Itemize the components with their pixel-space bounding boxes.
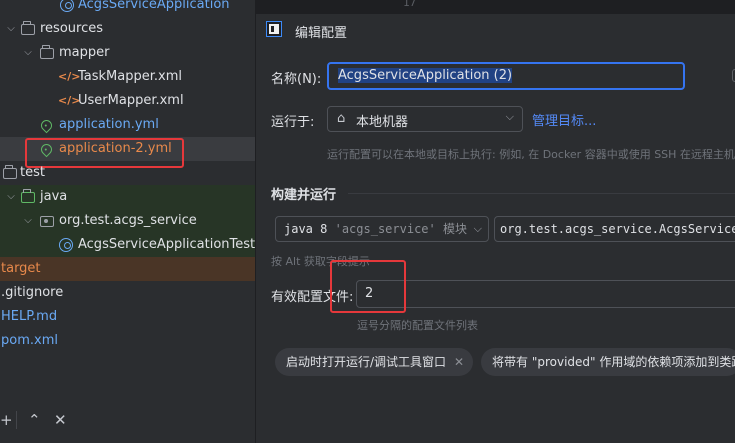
tree-toolbar: + ⌃ ✕ (0, 405, 255, 443)
jdk-module-name: 'acgs_service' (334, 222, 436, 236)
spring-class-icon (60, 0, 74, 12)
folder-icon (40, 45, 54, 59)
main-class-input[interactable]: org.test.acgs_service.AcgsServiceApplica… (494, 216, 735, 242)
chevron-down-icon: ⌵ (505, 110, 514, 123)
active-profiles-hint: 逗号分隔的配置文件列表 (357, 319, 478, 332)
chevron-down-icon[interactable]: ⌵ (5, 17, 17, 41)
spring-leaf-icon (38, 117, 55, 134)
manage-targets-link[interactable]: 管理目标... (532, 110, 596, 129)
jdk-module-select[interactable]: java 8 'acgs_service' 模块 ⌵ (275, 216, 489, 242)
chevron-down-icon[interactable]: ⌵ (5, 185, 17, 209)
run-config-dialog: 17 编辑配置 名称(N): AcgsServiceApplication (2… (255, 0, 735, 443)
chevron-down-icon[interactable]: ⌵ (22, 209, 34, 233)
toolbar-divider (16, 411, 17, 429)
test-folder-icon (21, 189, 35, 203)
close-icon[interactable]: ✕ (454, 355, 464, 369)
jdk-version: java 8 (284, 222, 328, 236)
editor-strip: 17 (256, 0, 735, 14)
name-value: AcgsServiceApplication (2) (338, 68, 513, 83)
folder-icon (3, 165, 17, 179)
annotation-box-yml (25, 138, 184, 168)
run-on-hint: 运行配置可以在本地或目标上执行: 例如, 在 Docker 容器中或使用 SSH… (327, 148, 735, 161)
folder-icon (21, 21, 35, 35)
run-on-select[interactable]: ⌂ 本地机器 ⌵ (327, 106, 523, 132)
name-input[interactable]: AcgsServiceApplication (2) (327, 62, 685, 90)
jdk-module-suffix: 模块 (442, 222, 467, 236)
package-icon (40, 216, 54, 227)
name-label: 名称(N): (271, 72, 322, 87)
project-tree: AcgsServiceApplication ⌵ resources ⌵ map… (0, 0, 255, 443)
chevron-down-icon: ⌵ (473, 222, 482, 235)
chip-provided-deps[interactable]: 将带有 "provided" 作用域的依赖项添加到类路径 (481, 348, 735, 376)
main-class-value: org.test.acgs_service.AcgsServiceApplica… (500, 222, 735, 236)
active-profiles-input[interactable]: 2 (356, 280, 735, 308)
home-icon: ⌂ (337, 111, 346, 126)
annotation-box-profile (330, 260, 406, 313)
xml-icon: </> (58, 70, 81, 83)
build-run-section-title: 构建并运行 (271, 188, 337, 203)
run-on-value: 本地机器 (356, 115, 409, 130)
section-divider (348, 193, 735, 194)
xml-icon: </> (58, 94, 81, 107)
collapse-all-icon[interactable]: ✕ (54, 411, 67, 429)
chip-open-tool-window-label: 启动时打开运行/调试工具窗口 (286, 355, 447, 369)
dialog-title-bar: 编辑配置 (256, 14, 735, 48)
chevron-down-icon[interactable]: ⌵ (22, 41, 34, 65)
chip-provided-deps-label: 将带有 "provided" 作用域的依赖项添加到类路径 (492, 355, 735, 369)
run-on-label: 运行于: (271, 115, 315, 130)
dialog-title: 编辑配置 (295, 26, 348, 41)
expand-all-icon[interactable]: ⌃ (28, 411, 41, 429)
chip-open-tool-window[interactable]: 启动时打开运行/调试工具窗口 ✕ (275, 348, 473, 376)
editor-line-number: 17 (403, 0, 417, 9)
add-icon[interactable]: + (0, 411, 13, 429)
intellij-icon (266, 21, 282, 37)
spring-class-icon (59, 238, 73, 252)
